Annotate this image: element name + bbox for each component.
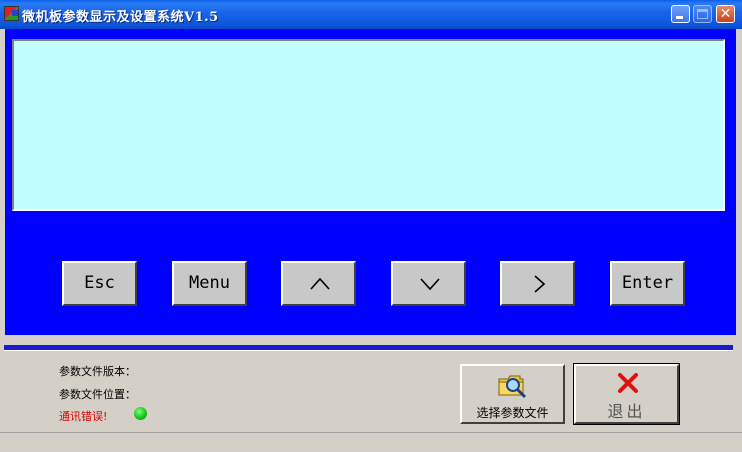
maximize-icon (697, 9, 708, 19)
main-window: 微机板参数显示及设置系统V1.5 ✕ Esc Menu Enter 参数文件版本… (0, 0, 742, 452)
chevron-down-icon (420, 278, 440, 291)
esc-button[interactable]: Esc (62, 261, 137, 306)
right-button[interactable] (500, 261, 575, 306)
title-bar[interactable]: 微机板参数显示及设置系统V1.5 ✕ (0, 0, 742, 29)
menu-button[interactable]: Menu (172, 261, 247, 306)
chevron-right-icon (534, 275, 546, 293)
keypad-panel: Esc Menu Enter (5, 29, 736, 335)
exit-button[interactable]: 退出 (573, 363, 680, 425)
exit-label: 退出 (607, 402, 646, 421)
minimize-icon (676, 16, 683, 19)
select-file-label: 选择参数文件 (476, 406, 549, 420)
comm-error-label: 通讯错误! (59, 410, 108, 423)
window-title: 微机板参数显示及设置系统V1.5 (22, 10, 219, 25)
red-x-icon (618, 373, 638, 393)
select-file-button[interactable]: 选择参数文件 (460, 364, 565, 424)
folder-search-icon (498, 375, 527, 399)
close-button[interactable]: ✕ (716, 5, 735, 23)
close-icon: ✕ (719, 6, 732, 22)
comm-status-indicator (134, 407, 147, 420)
file-version-label: 参数文件版本： (59, 365, 136, 378)
chevron-up-icon (310, 277, 330, 290)
status-bar (0, 432, 742, 452)
file-location-label: 参数文件位置： (59, 388, 136, 401)
divider (4, 345, 733, 351)
maximize-button (693, 5, 712, 23)
up-button[interactable] (281, 261, 356, 306)
enter-button[interactable]: Enter (610, 261, 685, 306)
down-button[interactable] (391, 261, 466, 306)
minimize-button[interactable] (671, 5, 690, 23)
app-icon (4, 6, 19, 21)
lcd-display (12, 39, 725, 211)
